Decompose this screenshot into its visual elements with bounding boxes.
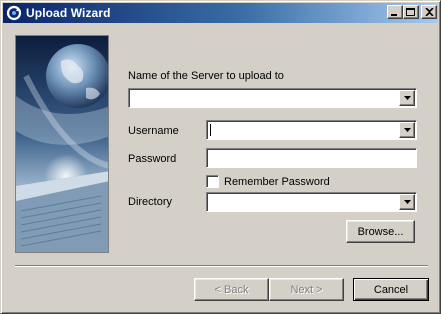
directory-combobox[interactable]	[206, 192, 417, 212]
wizard-side-image	[15, 35, 109, 253]
app-refresh-icon	[6, 5, 22, 21]
upload-wizard-window: Upload Wizard Name of the Server to uplo…	[0, 0, 441, 314]
chevron-down-icon	[403, 200, 411, 204]
maximize-button[interactable]	[403, 5, 419, 19]
cancel-button[interactable]: Cancel	[353, 278, 429, 301]
server-combobox[interactable]	[128, 88, 417, 108]
close-icon	[424, 8, 434, 16]
chevron-down-icon	[403, 96, 411, 100]
password-field[interactable]	[206, 148, 417, 168]
browse-button[interactable]: Browse...	[346, 220, 415, 243]
window-title: Upload Wizard	[26, 6, 111, 20]
maximize-icon	[406, 7, 415, 16]
username-dropdown-button[interactable]	[399, 122, 415, 138]
username-label: Username	[128, 125, 179, 137]
remember-password-checkbox[interactable]	[206, 175, 219, 188]
close-button[interactable]	[421, 5, 437, 19]
server-dropdown-button[interactable]	[399, 90, 415, 106]
username-combobox[interactable]	[206, 120, 417, 140]
minimize-button[interactable]	[387, 5, 403, 19]
separator-line	[15, 265, 428, 267]
remember-password-label: Remember Password	[224, 176, 330, 188]
text-caret	[210, 124, 211, 136]
password-label: Password	[128, 153, 177, 165]
directory-dropdown-button[interactable]	[399, 194, 415, 210]
directory-label: Directory	[128, 196, 173, 208]
next-button[interactable]: Next >	[269, 278, 344, 301]
back-button[interactable]: < Back	[194, 278, 269, 301]
title-bar[interactable]: Upload Wizard	[3, 3, 438, 23]
chevron-down-icon	[403, 128, 411, 132]
server-label: Name of the Server to upload to	[128, 70, 284, 82]
minimize-icon	[391, 14, 397, 16]
